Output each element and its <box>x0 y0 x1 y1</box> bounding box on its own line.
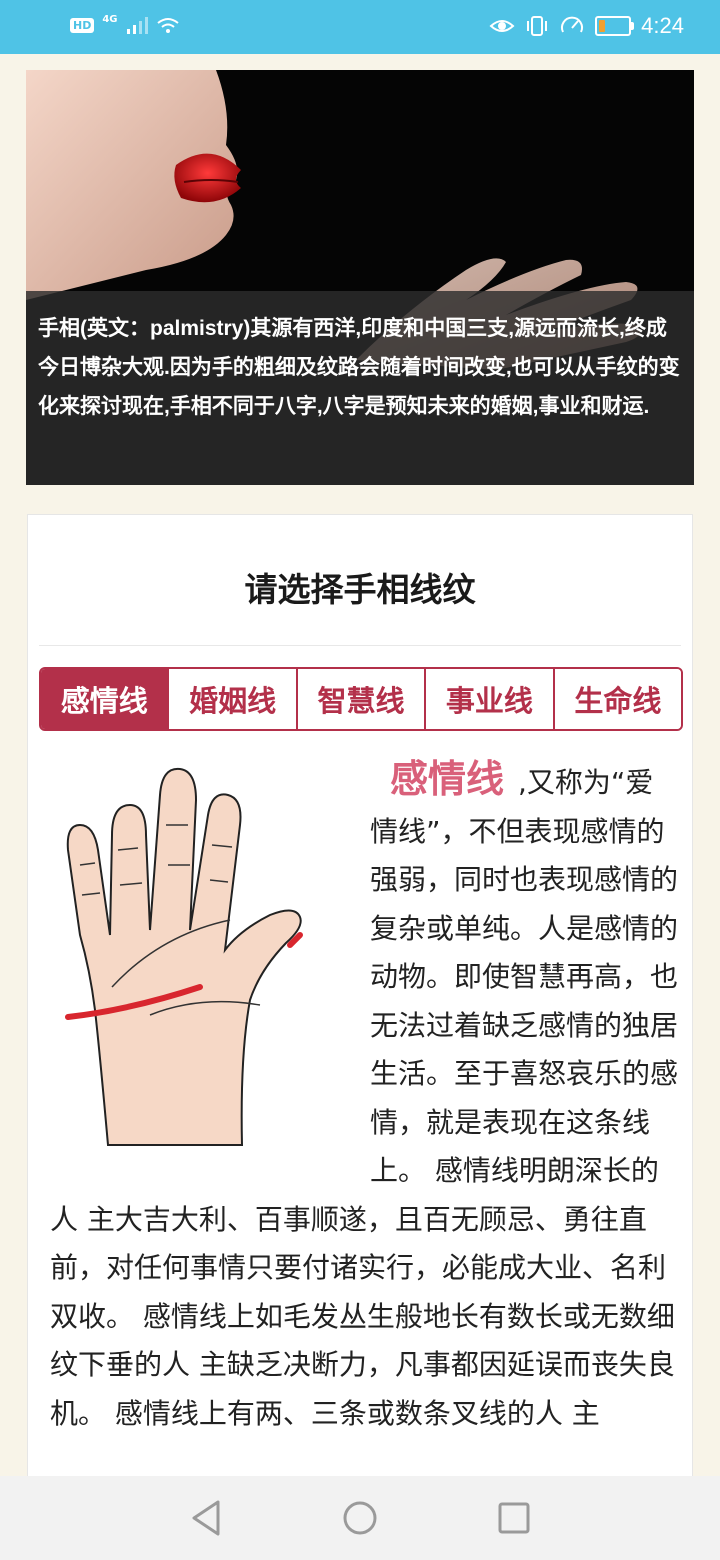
line-name: 感情线 <box>390 757 505 801</box>
eye-icon <box>489 20 515 32</box>
divider <box>39 645 681 646</box>
content-card: 请选择手相线纹 感情线 婚姻线 智慧线 事业线 生命线 感情线 ,又称为“爱情线”… <box>27 514 693 1514</box>
back-button[interactable] <box>181 1493 231 1543</box>
recents-button[interactable] <box>489 1493 539 1543</box>
tab-career-line[interactable]: 事业线 <box>424 669 553 729</box>
status-left: HD 4G <box>70 13 180 35</box>
status-right: 4:24 <box>489 13 684 39</box>
tab-wisdom-line[interactable]: 智慧线 <box>295 669 425 729</box>
signal-icon <box>126 17 148 34</box>
battery-icon <box>595 16 635 36</box>
back-icon <box>192 1500 220 1536</box>
wifi-icon <box>156 18 179 33</box>
tab-emotion-line[interactable]: 感情线 <box>41 669 168 729</box>
home-icon <box>343 1501 377 1535</box>
tab-life-line[interactable]: 生命线 <box>552 669 681 729</box>
hero-caption: 手相(英文：palmistry)其源有西洋,印度和中国三支,源远而流长,终成今日… <box>26 291 694 485</box>
speed-icon <box>561 16 584 33</box>
tab-marriage-line[interactable]: 婚姻线 <box>167 669 296 729</box>
recents-icon <box>498 1502 530 1534</box>
home-button[interactable] <box>335 1493 385 1543</box>
status-bar: HD 4G 4:24 <box>0 0 720 54</box>
hd-badge: HD <box>70 17 95 33</box>
palm-illustration <box>50 755 350 1150</box>
palm-image <box>65 767 303 1146</box>
line-description: 感情线 ,又称为“爱情线”，不但表现感情的强弱，同时也表现感情的复杂或单纯。人是感… <box>50 755 680 1438</box>
clock: 4:24 <box>641 13 684 38</box>
battery-level <box>599 20 605 32</box>
line-tabs: 感情线 婚姻线 智慧线 事业线 生命线 <box>39 667 683 731</box>
card-title: 请选择手相线纹 <box>244 570 476 609</box>
navigation-bar <box>0 1476 720 1560</box>
hero-banner: 手相(英文：palmistry)其源有西洋,印度和中国三支,源远而流长,终成今日… <box>26 70 694 485</box>
vibrate-icon <box>527 16 548 36</box>
network-type: 4G <box>102 13 118 25</box>
